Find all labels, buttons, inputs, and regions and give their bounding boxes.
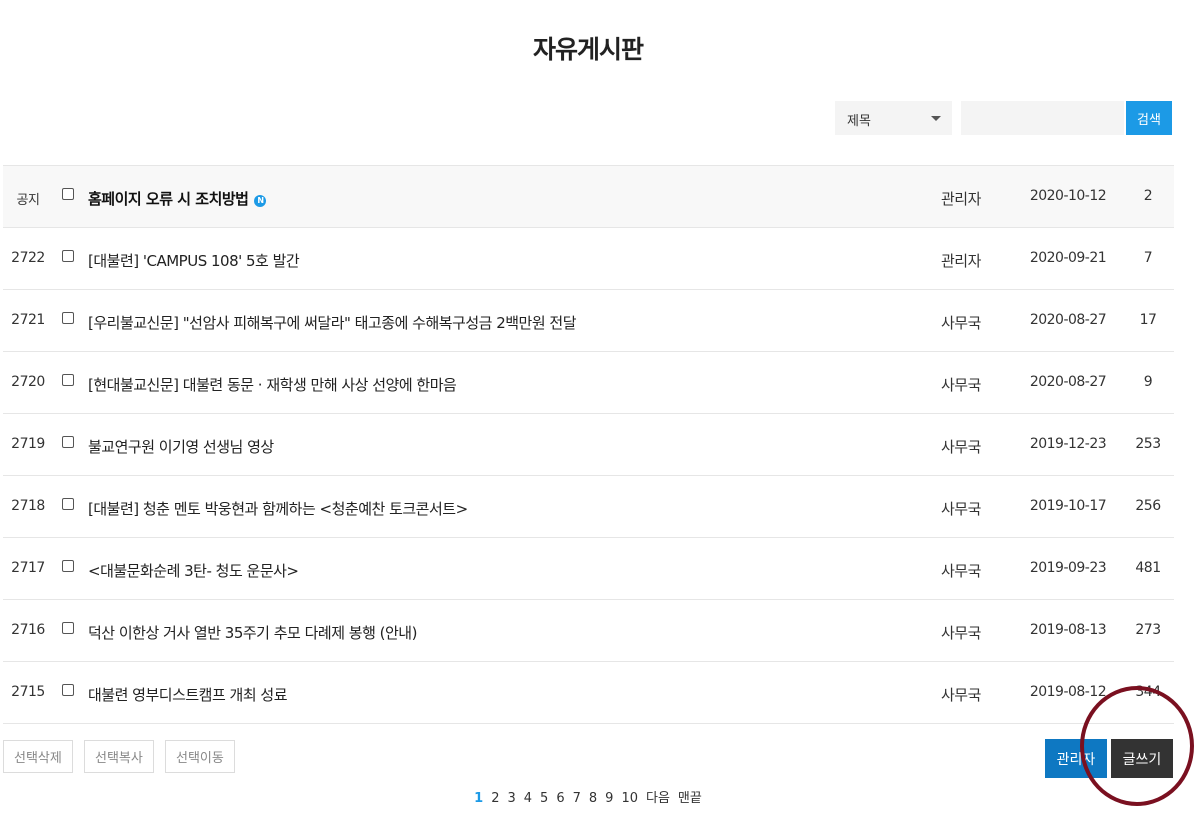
- post-title: [대불련] 청춘 멘토 박웅현과 함께하는 <청춘예찬 토크콘서트>: [88, 500, 468, 518]
- search-field-value: 제목: [847, 114, 871, 129]
- post-title: [현대불교신문] 대불련 동문 · 재학생 만해 사상 선양에 한마음: [88, 376, 457, 394]
- post-views: 253: [1135, 436, 1161, 452]
- page-link-5[interactable]: 5: [540, 791, 548, 806]
- row-checkbox[interactable]: [62, 684, 74, 696]
- post-author: 관리자: [941, 252, 981, 270]
- post-date: 2019-09-23: [1029, 560, 1107, 576]
- table-row: 2717 <대불문화순례 3탄- 청도 운문사> 사무국 2019-09-23 481: [3, 538, 1174, 600]
- post-title: <대불문화순례 3탄- 청도 운문사>: [88, 562, 299, 580]
- page-link-7[interactable]: 7: [573, 791, 581, 806]
- post-author: 사무국: [941, 314, 981, 332]
- post-date: 2020-08-27: [1029, 312, 1107, 328]
- row-checkbox[interactable]: [62, 312, 74, 324]
- search-input[interactable]: [961, 101, 1124, 135]
- post-number: 2715: [11, 684, 45, 700]
- page-link-2[interactable]: 2: [491, 791, 499, 806]
- post-title-link[interactable]: [대불련] 청춘 멘토 박웅현과 함께하는 <청춘예찬 토크콘서트>: [88, 498, 468, 519]
- post-number: 2722: [11, 250, 45, 266]
- table-row: 2722 [대불련] 'CAMPUS 108' 5호 발간 관리자 2020-09-2…: [3, 228, 1174, 290]
- page-link-10[interactable]: 10: [621, 791, 638, 806]
- search-field-select[interactable]: 제목: [835, 101, 952, 135]
- post-author: 사무국: [941, 376, 981, 394]
- copy-selected-button[interactable]: 선택복사: [84, 740, 154, 773]
- post-title-link[interactable]: <대불문화순례 3탄- 청도 운문사>: [88, 560, 299, 581]
- post-number: 2719: [11, 436, 45, 452]
- post-title-link[interactable]: 불교연구원 이기영 선생님 영상: [88, 436, 274, 457]
- post-date: 2019-10-17: [1029, 498, 1107, 514]
- new-badge-icon: N: [254, 195, 267, 207]
- page-next-link[interactable]: 다음: [646, 791, 670, 806]
- post-author: 사무국: [941, 500, 981, 518]
- row-checkbox[interactable]: [62, 374, 74, 386]
- table-row: 2719 불교연구원 이기영 선생님 영상 사무국 2019-12-23 253: [3, 414, 1174, 476]
- page-link-1[interactable]: 1: [474, 791, 483, 806]
- post-views: 7: [1143, 250, 1153, 266]
- post-title-link[interactable]: 홈페이지 오류 시 조치방법 N: [88, 188, 267, 209]
- post-title: 불교연구원 이기영 선생님 영상: [88, 438, 274, 456]
- admin-button[interactable]: 관리자: [1045, 739, 1107, 778]
- write-button[interactable]: 글쓰기: [1111, 739, 1173, 778]
- post-views: 256: [1135, 498, 1161, 514]
- row-checkbox[interactable]: [62, 436, 74, 448]
- table-row: 2721 [우리불교신문] "선암사 피해복구에 써달라" 태고종에 수해복구성금…: [3, 290, 1174, 352]
- table-row: 2720 [현대불교신문] 대불련 동문 · 재학생 만해 사상 선양에 한마음 사…: [3, 352, 1174, 414]
- post-title-link[interactable]: [현대불교신문] 대불련 동문 · 재학생 만해 사상 선양에 한마음: [88, 374, 457, 395]
- row-checkbox[interactable]: [62, 188, 74, 200]
- page-link-6[interactable]: 6: [556, 791, 564, 806]
- post-title: 대불련 영부디스트캠프 개최 성료: [88, 686, 288, 704]
- delete-selected-button[interactable]: 선택삭제: [3, 740, 73, 773]
- post-number: 2720: [11, 374, 45, 390]
- search-button[interactable]: 검색: [1126, 101, 1172, 135]
- post-number: 2717: [11, 560, 45, 576]
- post-date: 2019-08-13: [1029, 622, 1107, 638]
- row-checkbox[interactable]: [62, 622, 74, 634]
- post-views: 344: [1135, 684, 1161, 700]
- post-title-link[interactable]: 대불련 영부디스트캠프 개최 성료: [88, 684, 288, 705]
- page-link-4[interactable]: 4: [524, 791, 532, 806]
- page-link-9[interactable]: 9: [605, 791, 613, 806]
- post-title-link[interactable]: [우리불교신문] "선암사 피해복구에 써달라" 태고종에 수해복구성금 2백만…: [88, 312, 577, 333]
- post-number: 공지: [16, 193, 40, 208]
- page-link-3[interactable]: 3: [507, 791, 515, 806]
- move-selected-button[interactable]: 선택이동: [165, 740, 235, 773]
- chevron-down-icon: [931, 116, 941, 121]
- page-last-link[interactable]: 맨끝: [678, 791, 702, 806]
- post-date: 2019-08-12: [1029, 684, 1107, 700]
- post-author: 사무국: [941, 624, 981, 642]
- post-author: 사무국: [941, 686, 981, 704]
- post-number: 2716: [11, 622, 45, 638]
- notice-row: 공지 홈페이지 오류 시 조치방법 N 관리자 2020-10-12 2: [3, 166, 1174, 228]
- post-views: 9: [1143, 374, 1153, 390]
- pagination: 1 2 3 4 5 6 7 8 9 10 다음 맨끝: [0, 787, 1176, 806]
- post-date: 2020-10-12: [1029, 188, 1107, 204]
- post-date: 2020-09-21: [1029, 250, 1107, 266]
- row-checkbox[interactable]: [62, 498, 74, 510]
- post-title-link[interactable]: 덕산 이한상 거사 열반 35주기 추모 다례제 봉행 (안내): [88, 622, 417, 643]
- table-row: 2716 덕산 이한상 거사 열반 35주기 추모 다례제 봉행 (안내) 사무국 2…: [3, 600, 1174, 662]
- post-title-link[interactable]: [대불련] 'CAMPUS 108' 5호 발간: [88, 250, 300, 271]
- post-number: 2718: [11, 498, 45, 514]
- post-number: 2721: [11, 312, 45, 328]
- post-title: [우리불교신문] "선암사 피해복구에 써달라" 태고종에 수해복구성금 2백만…: [88, 314, 577, 332]
- post-author: 사무국: [941, 562, 981, 580]
- post-title: 덕산 이한상 거사 열반 35주기 추모 다례제 봉행 (안내): [88, 624, 417, 642]
- page-link-8[interactable]: 8: [589, 791, 597, 806]
- row-checkbox[interactable]: [62, 560, 74, 572]
- post-list: 공지 홈페이지 오류 시 조치방법 N 관리자 2020-10-12 2 2722 [대불련]…: [3, 165, 1174, 724]
- post-views: 273: [1135, 622, 1161, 638]
- row-checkbox[interactable]: [62, 250, 74, 262]
- post-views: 481: [1135, 560, 1161, 576]
- page-title: 자유게시판: [532, 35, 644, 64]
- table-row: 2718 [대불련] 청춘 멘토 박웅현과 함께하는 <청춘예찬 토크콘서트> 사무…: [3, 476, 1174, 538]
- post-views: 2: [1143, 188, 1153, 204]
- table-row: 2715 대불련 영부디스트캠프 개최 성료 사무국 2019-08-12 344: [3, 662, 1174, 724]
- post-title: 홈페이지 오류 시 조치방법: [88, 190, 249, 208]
- post-views: 17: [1139, 312, 1157, 328]
- post-title: [대불련] 'CAMPUS 108' 5호 발간: [88, 252, 300, 270]
- post-author: 관리자: [941, 190, 981, 208]
- post-date: 2020-08-27: [1029, 374, 1107, 390]
- post-author: 사무국: [941, 438, 981, 456]
- post-date: 2019-12-23: [1029, 436, 1107, 452]
